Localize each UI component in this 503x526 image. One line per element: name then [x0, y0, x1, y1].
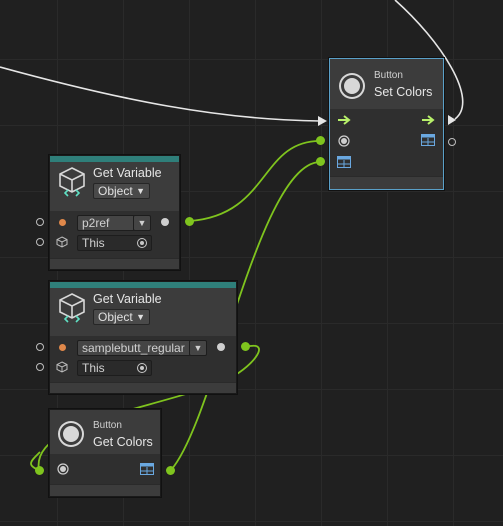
variable-name-field-1[interactable]: p2ref: [77, 215, 135, 231]
flow-arrow-in: [318, 116, 327, 126]
target-field-1[interactable]: This: [77, 235, 152, 251]
flow-wire-in: [0, 66, 321, 122]
set-colors-subtitle: Button: [374, 70, 403, 81]
flow-out-arrow-icon[interactable]: [422, 115, 436, 125]
target-value-1: This: [82, 236, 105, 250]
get-variable-2-footer: [50, 382, 236, 393]
variable-kind-value-2: Object: [98, 310, 133, 324]
variable-name-type-dot: [59, 344, 66, 351]
get-variable-1-title: Get Variable: [93, 166, 162, 180]
radio-button-icon: [60, 423, 82, 445]
get-variable-1-fields: p2ref ▼ This: [50, 211, 179, 259]
target-value-2: This: [82, 361, 105, 375]
get-variable-2-target-port[interactable]: [36, 363, 44, 371]
get-variable-node-1[interactable]: Get Variable Object ▼ p2ref ▼ This: [49, 155, 180, 270]
target-cube-icon: [56, 361, 68, 373]
get-variable-1-value-port[interactable]: [185, 217, 194, 226]
set-colors-button-port[interactable]: [316, 136, 325, 145]
variable-name-field-2[interactable]: samplebutt_regular: [77, 340, 191, 356]
get-variable-2-header[interactable]: Get Variable Object ▼: [50, 288, 236, 336]
get-colors-button-port[interactable]: [35, 466, 44, 475]
get-colors-node[interactable]: Button Get Colors: [49, 409, 161, 497]
set-colors-output-port[interactable]: [448, 138, 456, 146]
get-colors-ports: [50, 454, 160, 486]
get-colors-colors-port[interactable]: [166, 466, 175, 475]
flow-arrow-out: [448, 115, 456, 125]
get-variable-node-2[interactable]: Get Variable Object ▼ samplebutt_regular…: [49, 281, 237, 394]
get-variable-1-target-port[interactable]: [36, 238, 44, 246]
get-variable-2-fields: samplebutt_regular ▼ This: [50, 336, 236, 384]
get-colors-header[interactable]: Button Get Colors: [50, 410, 160, 454]
get-variable-1-header[interactable]: Get Variable Object ▼: [50, 162, 179, 211]
target-cube-icon: [56, 236, 68, 248]
chevron-down-icon: ▼: [136, 186, 145, 196]
set-colors-ports: [330, 109, 443, 177]
get-variable-2-name-port[interactable]: [36, 343, 44, 351]
variable-name-dropdown-button-1[interactable]: ▼: [133, 215, 151, 231]
button-input-icon[interactable]: [57, 463, 69, 475]
variable-kind-value-1: Object: [98, 184, 133, 198]
set-colors-colors-port[interactable]: [316, 157, 325, 166]
target-picker-icon[interactable]: [137, 238, 147, 248]
get-colors-footer: [50, 484, 160, 496]
colors-input-icon[interactable]: [337, 156, 351, 168]
variable-name-type-dot: [59, 219, 66, 226]
variable-kind-dropdown-1[interactable]: Object ▼: [93, 183, 150, 199]
get-colors-title: Get Colors: [93, 435, 153, 449]
flow-in-arrow-icon[interactable]: [338, 115, 352, 125]
button-input-icon[interactable]: [338, 135, 350, 147]
radio-button-icon: [341, 75, 363, 97]
get-colors-subtitle: Button: [93, 420, 122, 431]
get-variable-1-name-port[interactable]: [36, 218, 44, 226]
set-colors-footer: [330, 176, 443, 189]
wire-p2ref-to-button: [189, 140, 322, 222]
variable-cube-icon: [59, 293, 85, 323]
variable-kind-dropdown-2[interactable]: Object ▼: [93, 309, 150, 325]
get-variable-2-title: Get Variable: [93, 292, 162, 306]
variable-name-dropdown-button-2[interactable]: ▼: [189, 340, 207, 356]
variable-cube-icon: [59, 167, 85, 197]
get-variable-1-value-out-dot: [161, 218, 169, 226]
get-variable-2-value-port[interactable]: [241, 342, 250, 351]
colors-output-icon[interactable]: [140, 463, 154, 475]
chevron-down-icon: ▼: [136, 312, 145, 322]
target-field-2[interactable]: This: [77, 360, 152, 376]
set-colors-node[interactable]: Button Set Colors: [329, 58, 444, 190]
get-variable-2-value-out-dot: [217, 343, 225, 351]
colors-output-icon[interactable]: [421, 134, 435, 146]
set-colors-title: Set Colors: [374, 85, 433, 99]
target-picker-icon[interactable]: [137, 363, 147, 373]
get-variable-1-footer: [50, 258, 179, 269]
set-colors-header[interactable]: Button Set Colors: [330, 59, 443, 109]
